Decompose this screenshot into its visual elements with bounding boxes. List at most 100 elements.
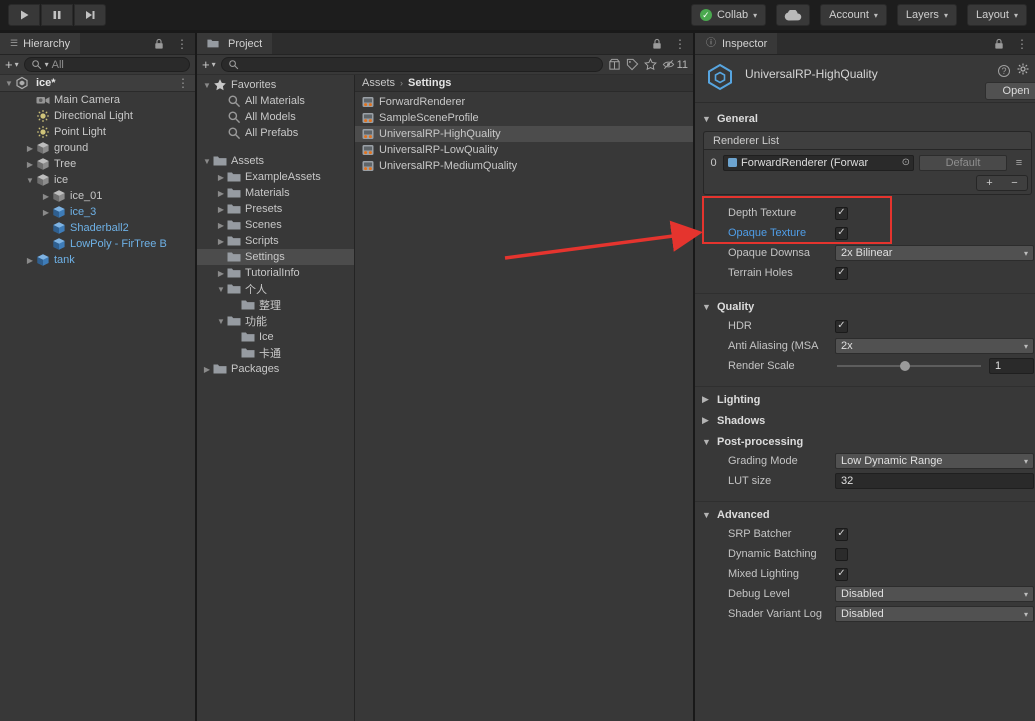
expand-arrow-icon[interactable]: ▼	[201, 157, 213, 166]
project-search-input[interactable]	[221, 57, 603, 72]
project-folder-item[interactable]: ▼Favorites	[197, 77, 354, 93]
expand-arrow-icon[interactable]: ▼	[215, 317, 227, 326]
shader-variant-log-dropdown[interactable]: Disabled ▾	[835, 606, 1034, 622]
section-quality[interactable]: ▼ Quality	[695, 297, 1035, 316]
panel-options-icon[interactable]: ⋮	[1016, 37, 1028, 51]
hidden-count-badge[interactable]: 11	[662, 58, 688, 71]
breadcrumb-current[interactable]: Settings	[408, 77, 451, 89]
remove-renderer-button[interactable]: −	[1002, 176, 1027, 190]
foldout-arrow-icon[interactable]: ▼	[3, 79, 15, 88]
project-folder-item[interactable]: ▶Materials	[197, 185, 354, 201]
hierarchy-item[interactable]: ▶ice_01	[0, 188, 195, 204]
expand-arrow-icon[interactable]: ▼	[24, 176, 36, 185]
step-button[interactable]	[74, 4, 106, 26]
presets-gear-icon[interactable]	[1017, 63, 1029, 78]
expand-arrow-icon[interactable]: ▼	[215, 285, 227, 294]
expand-arrow-icon[interactable]: ▶	[215, 189, 227, 198]
expand-arrow-icon[interactable]: ▶	[215, 173, 227, 182]
hierarchy-item[interactable]: Directional Light	[0, 108, 195, 124]
scene-options-icon[interactable]: ⋮	[177, 76, 195, 90]
project-file[interactable]: UniversalRP-LowQuality	[355, 142, 693, 158]
section-general[interactable]: ▼ General	[695, 109, 1035, 128]
cloud-button[interactable]	[776, 4, 810, 26]
panel-options-icon[interactable]: ⋮	[176, 37, 188, 51]
renderer-list-item[interactable]: 0 ForwardRenderer (Forwar ⊙ Default ≡	[704, 150, 1031, 175]
hierarchy-item[interactable]: Main Camera	[0, 92, 195, 108]
project-file[interactable]: UniversalRP-MediumQuality	[355, 158, 693, 174]
hierarchy-item[interactable]: Point Light	[0, 124, 195, 140]
reorder-handle-icon[interactable]: ≡	[1012, 157, 1026, 169]
project-folder-item[interactable]: ▼功能	[197, 313, 354, 329]
hierarchy-item[interactable]: ▶ground	[0, 140, 195, 156]
expand-arrow-icon[interactable]: ▶	[24, 160, 36, 169]
expand-arrow-icon[interactable]: ▶	[40, 192, 52, 201]
expand-arrow-icon[interactable]: ▶	[24, 144, 36, 153]
project-file[interactable]: SampleSceneProfile	[355, 110, 693, 126]
help-icon[interactable]: ?	[998, 65, 1010, 77]
scene-header-row[interactable]: ▼ ice* ⋮	[0, 75, 195, 92]
opaque-texture-checkbox[interactable]	[835, 227, 848, 240]
project-folder-item[interactable]: ▶Scenes	[197, 217, 354, 233]
slider-knob[interactable]	[900, 361, 910, 371]
add-renderer-button[interactable]: +	[977, 176, 1002, 190]
hdr-checkbox[interactable]	[835, 320, 848, 333]
anti-aliasing-dropdown[interactable]: 2x ▾	[835, 338, 1034, 354]
lock-icon[interactable]	[994, 38, 1004, 50]
lock-icon[interactable]	[652, 38, 662, 50]
terrain-holes-checkbox[interactable]	[835, 267, 848, 280]
project-folder-item[interactable]: 整理	[197, 297, 354, 313]
section-advanced[interactable]: ▼ Advanced	[695, 505, 1035, 524]
tab-hierarchy[interactable]: ☰ Hierarchy	[0, 33, 80, 54]
render-scale-value[interactable]: 1	[989, 358, 1034, 374]
project-folder-item[interactable]: ▼Assets	[197, 153, 354, 169]
render-scale-slider[interactable]	[835, 358, 983, 374]
project-folder-item[interactable]: ▶Packages	[197, 361, 354, 377]
project-folder-item[interactable]: All Materials	[197, 93, 354, 109]
expand-arrow-icon[interactable]: ▶	[215, 237, 227, 246]
project-folder-item[interactable]: ▶Scripts	[197, 233, 354, 249]
project-folder-item[interactable]: ▶ExampleAssets	[197, 169, 354, 185]
project-folder-item[interactable]: ▶TutorialInfo	[197, 265, 354, 281]
hierarchy-item[interactable]: ▶tank	[0, 252, 195, 268]
hierarchy-item[interactable]: ▼ice	[0, 172, 195, 188]
project-file[interactable]: ForwardRenderer	[355, 94, 693, 110]
depth-texture-checkbox[interactable]	[835, 207, 848, 220]
opaque-texture-label[interactable]: Opaque Texture	[728, 227, 835, 239]
play-button[interactable]	[8, 4, 40, 26]
expand-arrow-icon[interactable]: ▶	[215, 221, 227, 230]
hierarchy-item[interactable]: ▶Tree	[0, 156, 195, 172]
expand-arrow-icon[interactable]: ▶	[40, 208, 52, 217]
breadcrumb-root[interactable]: Assets	[362, 77, 395, 89]
panel-options-icon[interactable]: ⋮	[674, 37, 686, 51]
project-folder-item[interactable]: 卡通	[197, 345, 354, 361]
package-filter-icon[interactable]	[608, 58, 621, 71]
create-object-button[interactable]: +▾	[5, 57, 19, 72]
srp-batcher-checkbox[interactable]	[835, 528, 848, 541]
expand-arrow-icon[interactable]: ▼	[201, 81, 213, 90]
layout-dropdown[interactable]: Layout▾	[967, 4, 1027, 26]
expand-arrow-icon[interactable]: ▶	[215, 269, 227, 278]
account-dropdown[interactable]: Account▾	[820, 4, 887, 26]
section-lighting[interactable]: ▶ Lighting	[695, 390, 1035, 409]
tab-project[interactable]: Project	[197, 33, 272, 54]
expand-arrow-icon[interactable]: ▶	[215, 205, 227, 214]
layers-dropdown[interactable]: Layers▾	[897, 4, 957, 26]
project-folder-item[interactable]: All Prefabs	[197, 125, 354, 141]
tab-inspector[interactable]: ⓘ Inspector	[695, 33, 777, 54]
lock-icon[interactable]	[154, 38, 164, 50]
opaque-downsampling-dropdown[interactable]: 2x Bilinear ▾	[835, 245, 1034, 261]
expand-arrow-icon[interactable]: ▶	[201, 365, 213, 374]
favorites-filter-icon[interactable]	[644, 58, 657, 71]
expand-arrow-icon[interactable]: ▶	[24, 256, 36, 265]
dynamic-batching-checkbox[interactable]	[835, 548, 848, 561]
project-folder-item[interactable]: Settings	[197, 249, 354, 265]
object-picker-icon[interactable]: ⊙	[902, 157, 910, 168]
renderer-object-field[interactable]: ForwardRenderer (Forwar ⊙	[723, 155, 914, 171]
mixed-lighting-checkbox[interactable]	[835, 568, 848, 581]
section-post-processing[interactable]: ▼ Post-processing	[695, 432, 1035, 451]
debug-level-dropdown[interactable]: Disabled ▾	[835, 586, 1034, 602]
open-button[interactable]: Open	[985, 82, 1035, 100]
hierarchy-search-input[interactable]: ▾ All	[24, 57, 190, 72]
hierarchy-item[interactable]: LowPoly - FirTree B	[0, 236, 195, 252]
set-default-button[interactable]: Default	[919, 155, 1007, 171]
